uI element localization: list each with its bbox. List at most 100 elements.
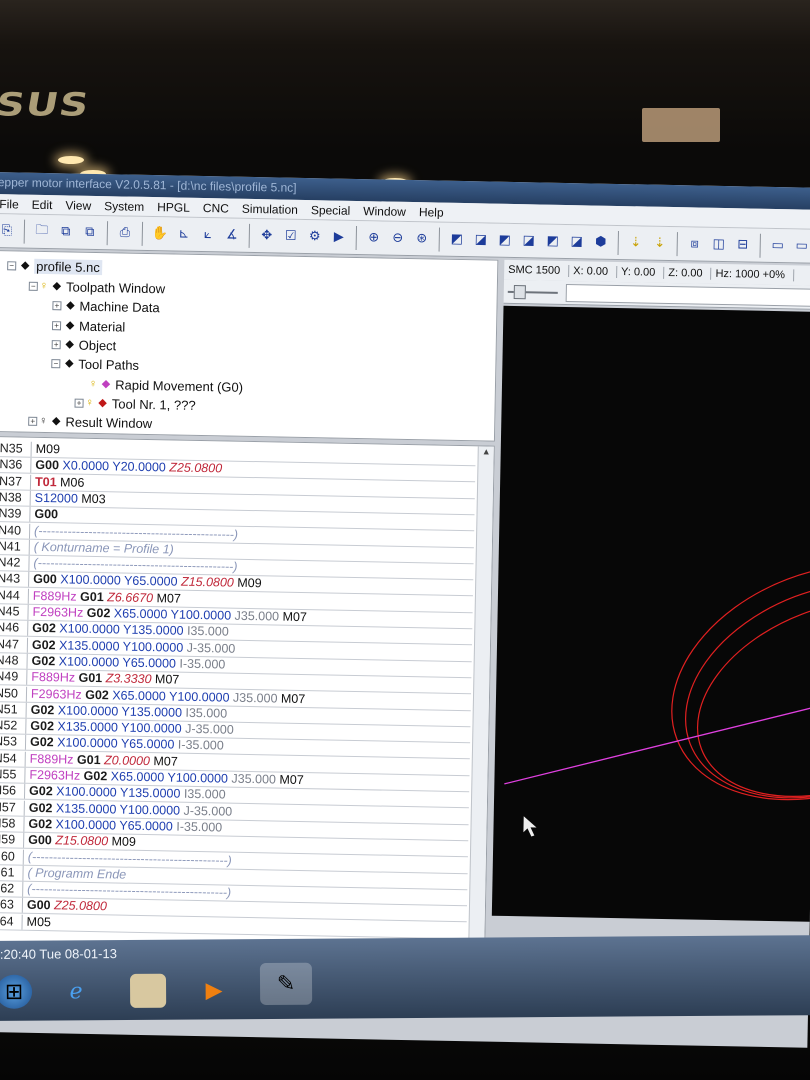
expand-icon[interactable]: + (51, 339, 61, 349)
cascade-icon[interactable]: ⧈ (685, 234, 705, 254)
toolpath-contour (685, 581, 810, 799)
window-icon[interactable]: ▭ (768, 235, 788, 255)
line-number: N42 (0, 555, 30, 571)
axis-tilt-icon[interactable]: ∡ (222, 225, 242, 245)
run-icon[interactable]: ▶ (329, 227, 349, 247)
tree-label: Rapid Movement (G0) (115, 376, 244, 395)
view-top-icon[interactable]: ◪ (519, 231, 539, 251)
line-number: N49 (0, 669, 28, 685)
tree-result-window[interactable]: + ♀ Result Window (28, 412, 152, 432)
zoom-in-icon[interactable]: ⊕ (364, 228, 384, 248)
code-text: S12000 M03 (34, 490, 106, 507)
line-number: N57 (0, 799, 25, 816)
menu-help[interactable]: Help (413, 202, 451, 222)
tree-tool-paths[interactable]: − Tool Paths (51, 354, 139, 374)
line-number: N35 (0, 441, 32, 457)
hand-icon[interactable]: ✋ (150, 224, 170, 244)
settings-icon[interactable]: ⚙ (305, 226, 325, 246)
line-number: N46 (0, 620, 29, 637)
line-number: N63 (0, 897, 24, 914)
menu-special[interactable]: Special (305, 200, 358, 220)
photo-stage: SUS epper motor interface V2.0.5.81 - [d… (0, 0, 810, 1080)
reference-icon[interactable]: ⇣ (626, 233, 646, 253)
start-button-icon[interactable]: ⊞ (0, 974, 33, 1009)
line-number: N60 (0, 848, 25, 865)
zoom-fit-icon[interactable]: ⊛ (412, 229, 432, 249)
collapse-icon[interactable]: − (7, 260, 17, 270)
line-number: N45 (0, 604, 29, 620)
tile-vertical-icon[interactable]: ◫ (709, 234, 729, 254)
view-side-icon[interactable]: ◩ (495, 230, 515, 250)
cnc-app-icon[interactable]: ✎ (259, 962, 313, 1006)
check-icon[interactable]: ☑ (281, 226, 301, 246)
view-bottom-icon[interactable]: ◪ (567, 232, 587, 252)
lightbulb-icon: ♀ (88, 377, 98, 391)
menu-file[interactable]: File (0, 194, 26, 214)
menu-cnc[interactable]: CNC (197, 198, 236, 218)
expand-icon[interactable]: + (74, 398, 84, 408)
view-back-icon[interactable]: ◩ (543, 231, 563, 251)
browser-icon[interactable]: ℯ (58, 974, 94, 1008)
open-file-icon[interactable]: 🗀 (32, 221, 52, 241)
tree-root[interactable]: − profile 5.nc (7, 256, 102, 276)
tree-root-label: profile 5.nc (34, 258, 102, 275)
expand-icon[interactable]: + (51, 320, 62, 330)
new-file-icon[interactable]: ⎘ (0, 221, 17, 241)
rapid-move-line (504, 706, 810, 785)
expand-icon[interactable]: + (52, 300, 62, 310)
code-text: T01 M06 (34, 474, 85, 490)
tool-length-icon[interactable]: ⇣ (650, 233, 670, 253)
toolpath-view[interactable] (491, 305, 810, 922)
solid-view-icon[interactable]: ⬢ (591, 232, 611, 252)
light-reflection (58, 156, 84, 164)
menu-edit[interactable]: Edit (26, 195, 60, 215)
window-2-icon[interactable]: ▭ (792, 236, 810, 256)
node-icon (65, 359, 74, 368)
media-player-icon[interactable]: ▶ (196, 973, 232, 1007)
speed-slider[interactable] (513, 285, 526, 300)
line-number: N39 (0, 506, 31, 522)
menu-hpgl[interactable]: HPGL (151, 197, 197, 217)
tree-material[interactable]: + Material (51, 316, 126, 335)
expand-icon[interactable]: + (28, 416, 38, 426)
axis-icon[interactable]: ⊾ (174, 224, 194, 244)
folder-icon[interactable] (129, 973, 167, 1008)
code-text: M09 (35, 441, 61, 457)
axis-3d-icon[interactable]: ⟀ (198, 224, 218, 244)
gcode-editor[interactable]: ▲ N35 M09 N36 G00 X0.0000 Y20.0000 Z25.0800… (0, 436, 495, 952)
progress-field (565, 284, 810, 307)
tile-horizontal-icon[interactable]: ⊟ (733, 235, 753, 255)
left-panel: − profile 5.nc − ♀ Toolpath Window + Mach… (0, 250, 499, 959)
tree-toolpath-window[interactable]: − ♀ Toolpath Window (28, 277, 166, 298)
line-number: N44 (0, 587, 30, 604)
node-icon (20, 261, 30, 270)
tree-rapid-movement[interactable]: ♀ Rapid Movement (G0) (89, 375, 243, 396)
tree-tool-1[interactable]: + ♀ Tool Nr. 1, ??? (74, 394, 196, 414)
menu-view[interactable]: View (59, 195, 98, 215)
line-number: N58 (0, 815, 25, 832)
view-front-icon[interactable]: ◪ (471, 230, 491, 250)
menu-window[interactable]: Window (357, 201, 413, 221)
tree-label: Tool Paths (78, 356, 140, 373)
tree-machine-data[interactable]: + Machine Data (52, 296, 160, 316)
view-iso-icon[interactable]: ◩ (447, 229, 467, 249)
tree-object[interactable]: + Object (51, 335, 117, 354)
code-text: M05 (26, 914, 52, 929)
import-icon[interactable]: ⧉ (56, 222, 76, 242)
menu-simulation[interactable]: Simulation (236, 199, 305, 219)
tree-label: Material (78, 318, 126, 335)
line-number: N41 (0, 538, 30, 555)
collapse-icon[interactable]: − (51, 358, 61, 368)
print-icon[interactable]: ⎙ (115, 223, 135, 243)
move-icon[interactable]: ✥ (257, 226, 277, 246)
hz-speed: Hz: 1000 +0% (711, 267, 795, 282)
tree-label: Machine Data (79, 298, 160, 315)
export-icon[interactable]: ⧉ (80, 222, 100, 242)
zoom-out-icon[interactable]: ⊖ (388, 228, 408, 248)
tree-label: Object (78, 337, 117, 353)
line-number: N55 (0, 767, 26, 783)
line-number: N48 (0, 652, 28, 669)
collapse-icon[interactable]: − (28, 281, 38, 291)
menu-system[interactable]: System (98, 196, 151, 216)
node-icon (65, 321, 75, 330)
